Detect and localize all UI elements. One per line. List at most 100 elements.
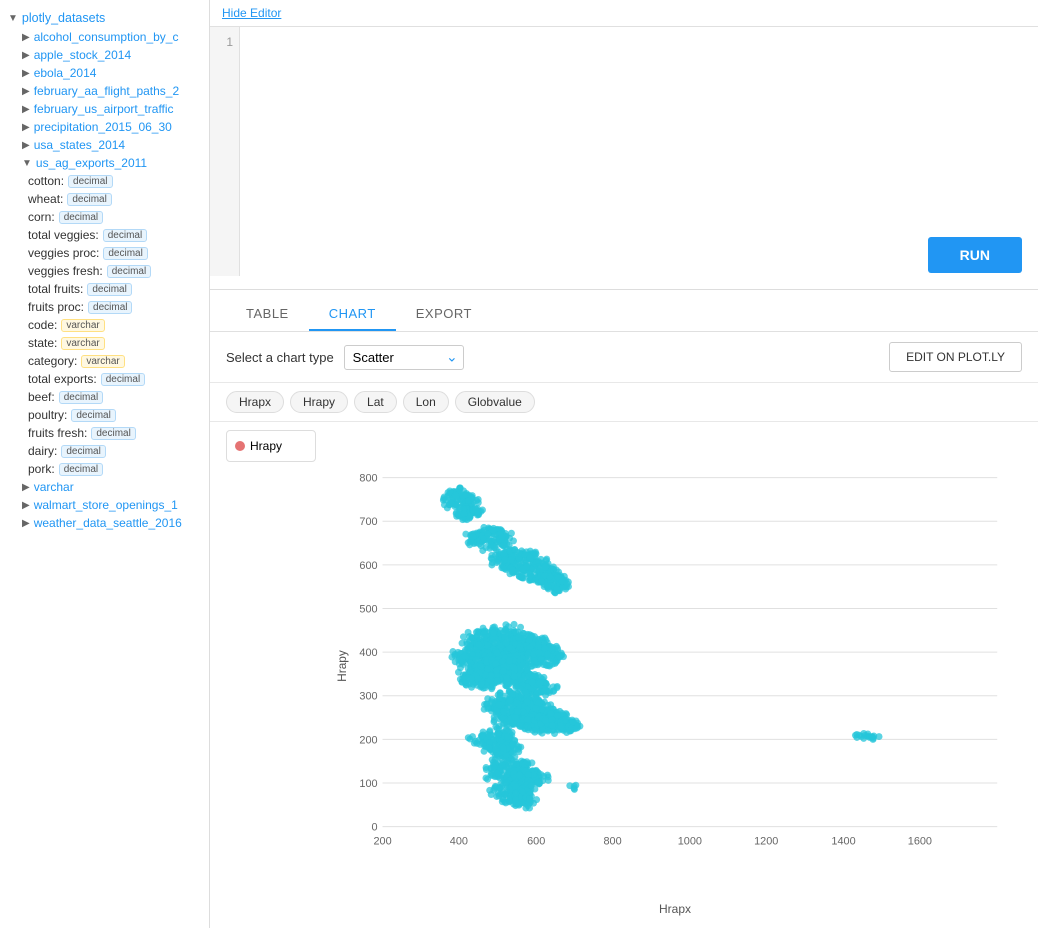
tab-table[interactable]: TABLE [226, 298, 309, 331]
sidebar-item-february_us_airport_traffic[interactable]: ▶ february_us_airport_traffic [0, 100, 209, 118]
sidebar-item-precipitation_2015_06_30[interactable]: ▶ precipitation_2015_06_30 [0, 118, 209, 136]
svg-text:200: 200 [373, 835, 391, 847]
sidebar-field-pork:: pork: decimal [0, 460, 209, 478]
svg-text:400: 400 [359, 647, 377, 659]
sidebar-field-wheat:: wheat: decimal [0, 190, 209, 208]
svg-text:100: 100 [359, 778, 377, 790]
svg-text:300: 300 [359, 691, 377, 703]
sidebar-item-weather_data_seattle_2016[interactable]: ▶weather_data_seattle_2016 [0, 514, 209, 532]
svg-text:1600: 1600 [908, 835, 932, 847]
sidebar-field-total fruits:: total fruits:decimal [0, 280, 209, 298]
chart-type-select[interactable]: ScatterBarLineHistogramBoxHeatmap [344, 345, 464, 370]
type-badge: decimal [59, 463, 103, 476]
sidebar-root-plotly-datasets[interactable]: ▼ plotly_datasets [0, 8, 209, 28]
sidebar-item-apple_stock_2014[interactable]: ▶apple_stock_2014 [0, 46, 209, 64]
col-pill-hrapy[interactable]: Hrapy [290, 391, 348, 413]
code-editor[interactable] [240, 27, 1038, 276]
sidebar-item-february_aa_flight_paths_2[interactable]: ▶ february_aa_flight_paths_2 [0, 82, 209, 100]
type-badge: decimal [71, 409, 115, 422]
field-name: total veggies: [28, 228, 99, 242]
sidebar-item-varchar[interactable]: ▶varchar [0, 478, 209, 496]
svg-text:1200: 1200 [754, 835, 778, 847]
type-badge: decimal [88, 301, 132, 314]
type-badge: decimal [59, 211, 103, 224]
tab-chart[interactable]: CHART [309, 298, 396, 331]
type-badge: decimal [101, 373, 145, 386]
run-button[interactable]: RUN [928, 237, 1022, 273]
type-badge: decimal [67, 193, 111, 206]
sidebar-child-label: precipitation_2015_06_30 [34, 120, 172, 134]
field-name: wheat: [28, 192, 63, 206]
svg-text:1000: 1000 [678, 835, 702, 847]
type-badge: varchar [61, 337, 104, 350]
legend-series-label: Hrapy [250, 439, 282, 453]
y-axis-label: Hrapy [335, 650, 349, 682]
sidebar-child-label: february_aa_flight_paths_2 [34, 84, 179, 98]
scatter-chart-svg: Hrapy 800 700 600 500 [328, 430, 1022, 902]
svg-text:500: 500 [359, 603, 377, 615]
field-name: state: [28, 336, 57, 350]
col-pill-lat[interactable]: Lat [354, 391, 397, 413]
arrow-icon: ▶ [22, 32, 30, 43]
x-axis-label: Hrapx [328, 902, 1022, 920]
arrow-icon: ▶ [22, 68, 30, 79]
sidebar-field-corn:: corn: decimal [0, 208, 209, 226]
field-name: pork: [28, 462, 55, 476]
chart-type-row: Select a chart type ScatterBarLineHistog… [226, 345, 464, 370]
field-name: dairy: [28, 444, 57, 458]
svg-text:400: 400 [450, 835, 468, 847]
sidebar-item-us_ag_exports_2011[interactable]: ▼ us_ag_exports_2011 [0, 154, 209, 172]
field-name: code: [28, 318, 57, 332]
svg-text:800: 800 [603, 835, 621, 847]
sidebar-item-walmart_store_openings_1[interactable]: ▶walmart_store_openings_1 [0, 496, 209, 514]
arrow-icon: ▶ [22, 122, 30, 133]
svg-text:600: 600 [359, 560, 377, 572]
field-name: total exports: [28, 372, 97, 386]
column-pills: Hrapx Hrapy Lat Lon Globvalue [210, 383, 1038, 422]
sidebar-item-usa_states_2014[interactable]: ▶usa_states_2014 [0, 136, 209, 154]
col-pill-hrapx[interactable]: Hrapx [226, 391, 284, 413]
type-badge: varchar [81, 355, 124, 368]
sidebar: ▼ plotly_datasets ▶alcohol_consumption_b… [0, 0, 210, 928]
scatter-dots [440, 484, 883, 811]
editor-area: Hide Editor 1 RUN [210, 0, 1038, 290]
sidebar-child-label: walmart_store_openings_1 [34, 498, 178, 512]
legend-item-hrapy: Hrapy [235, 439, 307, 453]
y-axis: 800 700 600 500 400 300 200 100 0 200 40… [359, 473, 997, 848]
sidebar-item-alcohol_consumption_by_c[interactable]: ▶alcohol_consumption_by_c [0, 28, 209, 46]
svg-text:200: 200 [359, 734, 377, 746]
col-pill-lon[interactable]: Lon [403, 391, 449, 413]
hide-editor-link[interactable]: Hide Editor [210, 0, 293, 26]
field-name: corn: [28, 210, 55, 224]
sidebar-field-dairy:: dairy:decimal [0, 442, 209, 460]
arrow-icon: ▼ [22, 158, 32, 169]
sidebar-field-cotton:: cotton:decimal [0, 172, 209, 190]
tab-export[interactable]: EXPORT [396, 298, 492, 331]
legend-dot-hrapy [235, 441, 245, 451]
chart-area: Hrapy Hrapy [210, 422, 1038, 928]
sidebar-field-veggies proc:: veggies proc:decimal [0, 244, 209, 262]
sidebar-child-label: ebola_2014 [34, 66, 97, 80]
field-name: fruits proc: [28, 300, 84, 314]
field-name: category: [28, 354, 77, 368]
sidebar-item-ebola_2014[interactable]: ▶ ebola_2014 [0, 64, 209, 82]
sidebar-child-label: us_ag_exports_2011 [36, 156, 147, 170]
sidebar-child-label: varchar [34, 480, 74, 494]
sidebar-field-category:: category: varchar [0, 352, 209, 370]
sidebar-items-list: ▶alcohol_consumption_by_c▶apple_stock_20… [0, 28, 209, 532]
type-badge: decimal [103, 229, 147, 242]
sidebar-child-label: weather_data_seattle_2016 [34, 516, 182, 530]
field-name: cotton: [28, 174, 64, 188]
svg-text:600: 600 [527, 835, 545, 847]
arrow-icon: ▶ [22, 86, 30, 97]
arrow-icon: ▶ [22, 104, 30, 115]
line-number-1: 1 [216, 35, 233, 49]
sidebar-field-total veggies:: total veggies: decimal [0, 226, 209, 244]
sidebar-child-label: february_us_airport_traffic [34, 102, 174, 116]
col-pill-globvalue[interactable]: Globvalue [455, 391, 535, 413]
sidebar-field-veggies fresh:: veggies fresh:decimal [0, 262, 209, 280]
edit-on-plotly-button[interactable]: EDIT ON PLOT.LY [889, 342, 1022, 372]
chart-type-select-wrapper: ScatterBarLineHistogramBoxHeatmap ⌄ [344, 345, 464, 370]
type-badge: varchar [61, 319, 104, 332]
sidebar-field-total exports:: total exports: decimal [0, 370, 209, 388]
